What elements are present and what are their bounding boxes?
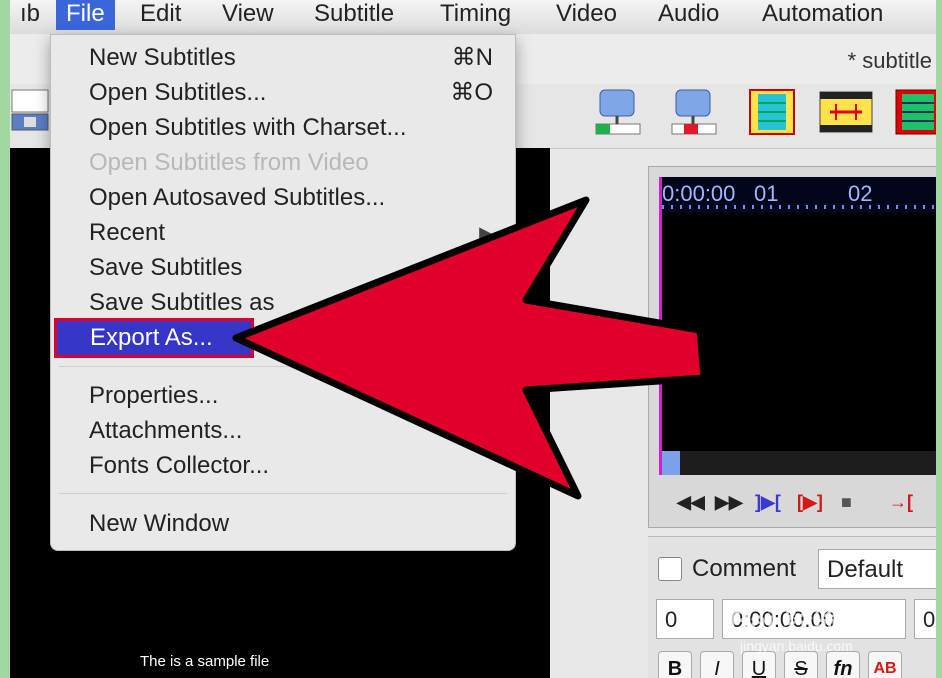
menu-item-fonts-collector[interactable]: Fonts Collector...: [51, 449, 515, 483]
menu-item-label: Open Subtitles...: [89, 79, 267, 106]
audio-open-icon[interactable]: [590, 84, 646, 140]
strikeout-button[interactable]: S: [784, 651, 818, 678]
play-line-button[interactable]: [▶]: [797, 485, 823, 519]
menu-item-save-subtitles[interactable]: Save Subtitles: [51, 251, 515, 285]
play-selection-button[interactable]: ]▶[: [755, 485, 781, 519]
layer-field[interactable]: 0: [656, 599, 714, 639]
menu-automation[interactable]: Automation: [752, 0, 893, 30]
comment-label: Comment: [692, 555, 797, 582]
menu-item-attachments[interactable]: Attachments...: [51, 414, 515, 448]
menu-item-save-subtitles-as[interactable]: Save Subtitles as: [51, 286, 515, 320]
next-line-button[interactable]: ▶▶: [715, 485, 743, 519]
menu-audio[interactable]: Audio: [648, 0, 729, 30]
audio-panel: 0:00:00 01 02 ◀◀ ▶▶ ]▶[ [▶] ■ →[: [648, 166, 936, 528]
menu-edit[interactable]: Edit: [130, 0, 191, 30]
ruler-mark-2: 02: [848, 181, 873, 206]
menu-timing[interactable]: Timing: [430, 0, 521, 30]
audio-waveform[interactable]: 0:00:00 01 02: [659, 177, 936, 475]
audio-controls: ◀◀ ▶▶ ]▶[ [▶] ■ →[: [659, 485, 936, 519]
underline-button[interactable]: U: [742, 651, 776, 678]
menu-file[interactable]: File: [56, 0, 115, 30]
menu-item-recent[interactable]: Recent ▶: [51, 216, 515, 250]
menu-view[interactable]: View: [212, 0, 284, 30]
menu-item-open-subtitles[interactable]: Open Subtitles... ⌘O: [51, 76, 515, 110]
ruler-mark-1: 01: [754, 181, 779, 206]
play-before-button[interactable]: →[: [889, 485, 913, 519]
font-button[interactable]: fn: [826, 651, 860, 678]
end-time-field[interactable]: 0:: [914, 599, 936, 639]
time-ruler: 0:00:00 01 02: [662, 177, 936, 213]
italic-button[interactable]: I: [700, 651, 734, 678]
aegisub-window: ıb File Edit View Subtitle Timing Video …: [10, 0, 936, 678]
video-caption: The is a sample file: [140, 653, 270, 670]
menu-video[interactable]: Video: [546, 0, 627, 30]
film-icon[interactable]: [818, 84, 874, 140]
shortcut-label: ⌘O: [450, 79, 493, 106]
menu-item-open-autosaved[interactable]: Open Autosaved Subtitles...: [51, 181, 515, 215]
ruler-start: 0:00:00: [662, 181, 736, 206]
menu-app[interactable]: ıb: [10, 0, 50, 30]
style-select[interactable]: Default: [818, 549, 936, 589]
menu-item-open-with-charset[interactable]: Open Subtitles with Charset...: [51, 111, 515, 145]
menu-item-label: New Subtitles: [89, 44, 236, 71]
audio-scroll-thumb[interactable]: [662, 451, 680, 475]
menu-separator: [59, 493, 507, 494]
submenu-arrow-icon: ▶: [479, 223, 493, 243]
menu-subtitle[interactable]: Subtitle: [304, 0, 404, 30]
baidu-watermark-url: jingyan.baidu.com: [740, 638, 853, 654]
audio-scroll-track[interactable]: [680, 451, 936, 475]
menu-item-properties[interactable]: Properties...: [51, 379, 515, 413]
comment-checkbox[interactable]: [658, 557, 682, 581]
baidu-watermark: Bai 经验: [728, 605, 844, 638]
document-title: * subtitle: [847, 48, 932, 73]
menu-separator: [59, 366, 507, 367]
file-menu-dropdown: New Subtitles ⌘N Open Subtitles... ⌘O Op…: [50, 34, 516, 551]
menu-bar: ıb File Edit View Subtitle Timing Video …: [10, 0, 936, 35]
menu-item-export-as[interactable]: Export As...: [54, 318, 254, 358]
stop-button[interactable]: ■: [841, 485, 852, 519]
ruler-ticks: [662, 205, 936, 209]
menu-item-open-from-video: Open Subtitles from Video: [89, 149, 369, 176]
shortcut-label: ⌘N: [451, 44, 493, 71]
grid-icon-2[interactable]: [892, 84, 936, 140]
color-button[interactable]: AB: [868, 651, 902, 678]
menu-item-label: Recent: [89, 219, 166, 246]
audio-close-icon[interactable]: [666, 84, 722, 140]
grid-icon[interactable]: [744, 84, 800, 140]
bold-button[interactable]: B: [658, 651, 692, 678]
menu-item-new-window[interactable]: New Window: [51, 507, 515, 541]
menu-item-new-subtitles[interactable]: New Subtitles ⌘N: [51, 41, 515, 75]
prev-line-button[interactable]: ◀◀: [677, 485, 705, 519]
